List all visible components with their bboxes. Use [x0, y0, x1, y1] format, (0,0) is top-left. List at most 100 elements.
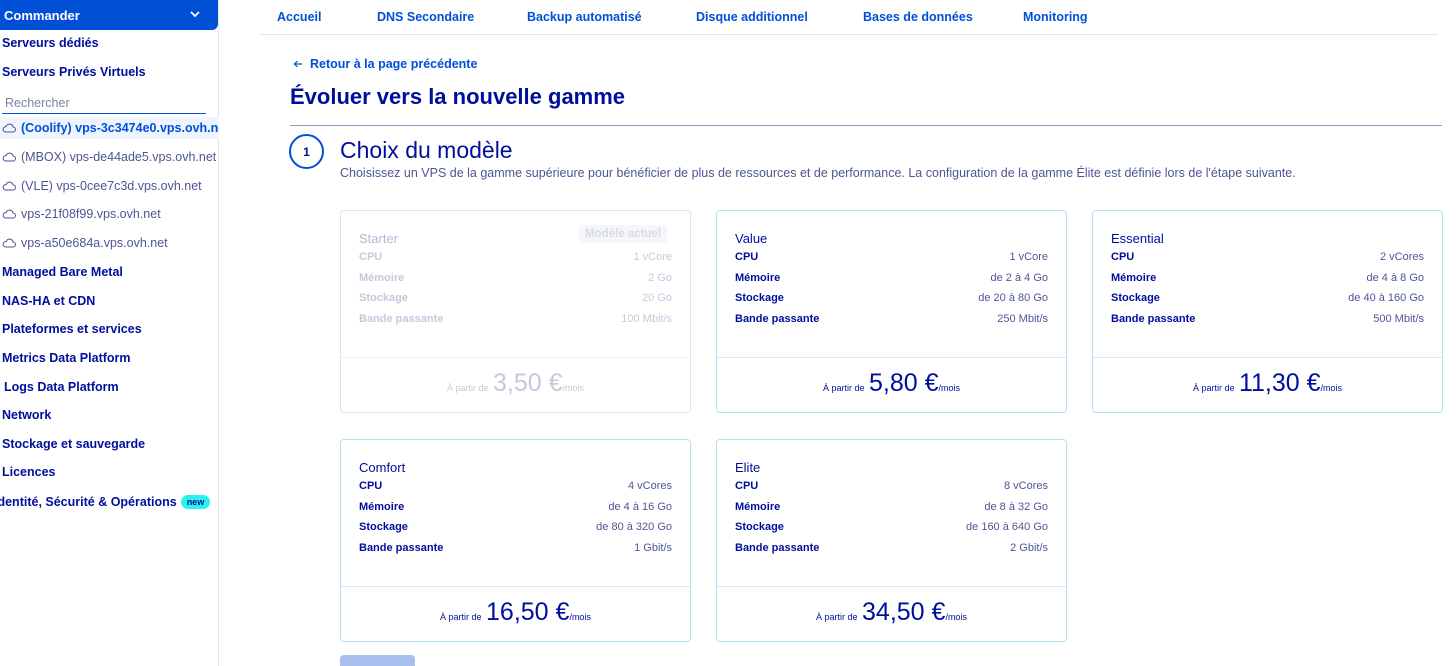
- spec-value: de 2 à 4 Go: [990, 272, 1049, 284]
- spec-value: de 160 à 640 Go: [966, 521, 1048, 533]
- spec-value: 1 Gbit/s: [634, 542, 672, 554]
- vps-item-label: (VLE) vps-0cee7c3d.vps.ovh.net: [21, 179, 202, 193]
- spec-label: Stockage: [359, 292, 408, 304]
- model-name: Essential: [1111, 231, 1164, 246]
- spec-memory: Mémoire de 8 à 32 Go: [735, 501, 1048, 515]
- spec-label: Bande passante: [1111, 313, 1196, 325]
- model-card-essential[interactable]: Essential CPU 2 vCores Mémoire de 4 à 8 Go…: [1092, 210, 1443, 413]
- spec-bandwidth: Bande passante 500 Mbit/s: [1111, 313, 1424, 327]
- spec-label: Bande passante: [735, 313, 820, 325]
- model-name: Starter: [359, 231, 399, 246]
- model-card-elite[interactable]: Elite CPU 8 vCores Mémoire de 8 à 32 Go St…: [716, 439, 1067, 642]
- spec-value: de 40 à 160 Go: [1348, 292, 1424, 304]
- spec-cpu: CPU 4 vCores: [359, 480, 672, 494]
- spec-memory: Mémoire de 2 à 4 Go: [735, 272, 1048, 286]
- spec-label: Stockage: [359, 521, 408, 533]
- vps-item[interactable]: vps-21f08f99.vps.ovh.net: [0, 203, 219, 225]
- next-step-button[interactable]: [340, 655, 415, 666]
- vps-item-label: (Coolify) vps-3c3474e0.vps.ovh.net: [21, 121, 219, 135]
- vps-item-label: vps-21f08f99.vps.ovh.net: [21, 207, 161, 221]
- price-suffix: /mois: [1320, 383, 1343, 393]
- spec-value: 2 vCores: [1379, 251, 1424, 263]
- card-divider: [341, 357, 690, 358]
- spec-storage: Stockage 20 Go: [359, 292, 672, 306]
- nav-identity-security[interactable]: Identité, Sécurité & Opérations new: [0, 495, 211, 509]
- spec-label: CPU: [735, 251, 759, 263]
- tab-additional-disk[interactable]: Disque additionnel: [696, 10, 808, 24]
- cloud-icon: [2, 152, 16, 162]
- model-card-starter: Starter Modèle actuel CPU 1 vCore Mémoire…: [340, 210, 691, 413]
- price-amount: 3,50 €: [492, 369, 563, 397]
- spec-value: 250 Mbit/s: [997, 313, 1048, 325]
- arrow-left-icon: [293, 60, 302, 68]
- order-button[interactable]: Commander: [0, 0, 218, 30]
- tab-auto-backup[interactable]: Backup automatisé: [527, 10, 642, 24]
- price-prefix: À partir de: [822, 383, 865, 393]
- vps-item[interactable]: vps-a50e684a.vps.ovh.net: [0, 232, 219, 254]
- spec-value: 1 vCore: [1009, 251, 1048, 263]
- chevron-down-icon: [190, 11, 200, 18]
- price-amount: 16,50 €: [486, 598, 570, 626]
- vps-item[interactable]: (VLE) vps-0cee7c3d.vps.ovh.net: [0, 175, 219, 197]
- nav-platforms-services[interactable]: Plateformes et services: [2, 322, 142, 336]
- nav-logs-data-platform[interactable]: Logs Data Platform: [4, 380, 119, 394]
- sidebar: Commander Serveurs dédiés Serveurs Privé…: [0, 0, 219, 666]
- nav-dedicated-servers[interactable]: Serveurs dédiés: [2, 36, 99, 50]
- price-prefix: À partir de: [816, 612, 858, 622]
- spec-bandwidth: Bande passante 250 Mbit/s: [735, 313, 1048, 327]
- vps-item[interactable]: (MBOX) vps-de44ade5.vps.ovh.net: [0, 146, 219, 168]
- spec-label: CPU: [735, 480, 759, 492]
- price-prefix: À partir de: [440, 612, 482, 622]
- spec-value: 500 Mbit/s: [1373, 313, 1424, 325]
- model-card-value[interactable]: Value CPU 1 vCore Mémoire de 2 à 4 Go Stoc…: [716, 210, 1067, 413]
- card-divider: [1093, 357, 1442, 358]
- model-price: À partir de 16,50 €/mois: [341, 598, 690, 627]
- model-price: À partir de 5,80 €/mois: [717, 369, 1066, 398]
- nav-managed-bare-metal[interactable]: Managed Bare Metal: [2, 265, 123, 279]
- vps-item[interactable]: (Coolify) vps-3c3474e0.vps.ovh.net: [0, 117, 219, 139]
- spec-value: 100 Mbit/s: [621, 313, 672, 325]
- spec-value: 2 Go: [648, 272, 672, 284]
- nav-identity-security-label: Identité, Sécurité & Opérations: [0, 495, 177, 509]
- spec-value: 20 Go: [642, 292, 672, 304]
- spec-value: de 80 à 320 Go: [596, 521, 672, 533]
- spec-cpu: CPU 2 vCores: [1111, 251, 1424, 265]
- nav-licences[interactable]: Licences: [2, 465, 56, 479]
- vps-item-label: vps-a50e684a.vps.ovh.net: [21, 236, 168, 250]
- vps-item-label: (MBOX) vps-de44ade5.vps.ovh.net: [21, 150, 217, 164]
- spec-value: 8 vCores: [1003, 480, 1048, 492]
- price-suffix: /mois: [569, 612, 591, 622]
- spec-storage: Stockage de 80 à 320 Go: [359, 521, 672, 535]
- nav-storage-backup[interactable]: Stockage et sauvegarde: [2, 437, 145, 451]
- tab-databases[interactable]: Bases de données: [863, 10, 973, 24]
- spec-label: Stockage: [735, 521, 784, 533]
- title-divider: [290, 125, 1442, 126]
- nav-metrics-data-platform[interactable]: Metrics Data Platform: [2, 351, 131, 365]
- spec-value: de 4 à 16 Go: [608, 501, 672, 513]
- tab-secondary-dns[interactable]: DNS Secondaire: [377, 10, 474, 24]
- price-amount: 5,80 €: [868, 369, 939, 397]
- step-number: 1: [289, 134, 324, 169]
- tab-monitoring[interactable]: Monitoring: [1023, 10, 1088, 24]
- back-link[interactable]: Retour à la page précédente: [293, 57, 477, 71]
- model-price: À partir de 11,30 €/mois: [1093, 369, 1442, 398]
- search-input[interactable]: [2, 92, 206, 114]
- model-name: Value: [735, 231, 768, 246]
- tab-home[interactable]: Accueil: [277, 10, 321, 24]
- step-title: Choix du modèle: [340, 137, 513, 163]
- cloud-icon: [2, 123, 16, 133]
- step-description: Choisissez un VPS de la gamme supérieure…: [340, 166, 1296, 180]
- spec-value: de 20 à 80 Go: [978, 292, 1048, 304]
- model-card-comfort[interactable]: Comfort CPU 4 vCores Mémoire de 4 à 16 Go …: [340, 439, 691, 642]
- nav-network[interactable]: Network: [2, 408, 51, 422]
- top-tabs: Accueil DNS Secondaire Backup automatisé…: [259, 0, 1438, 35]
- spec-bandwidth: Bande passante 1 Gbit/s: [359, 542, 672, 556]
- price-amount: 34,50 €: [862, 598, 946, 626]
- nav-nas-ha-cdn[interactable]: NAS-HA et CDN: [2, 294, 95, 308]
- cloud-icon: [2, 181, 16, 191]
- spec-label: Mémoire: [1111, 272, 1157, 284]
- nav-vps[interactable]: Serveurs Privés Virtuels: [2, 65, 146, 79]
- model-price: À partir de 34,50 €/mois: [717, 598, 1066, 627]
- spec-label: Mémoire: [359, 272, 405, 284]
- model-price: À partir de 3,50 €/mois: [341, 369, 690, 398]
